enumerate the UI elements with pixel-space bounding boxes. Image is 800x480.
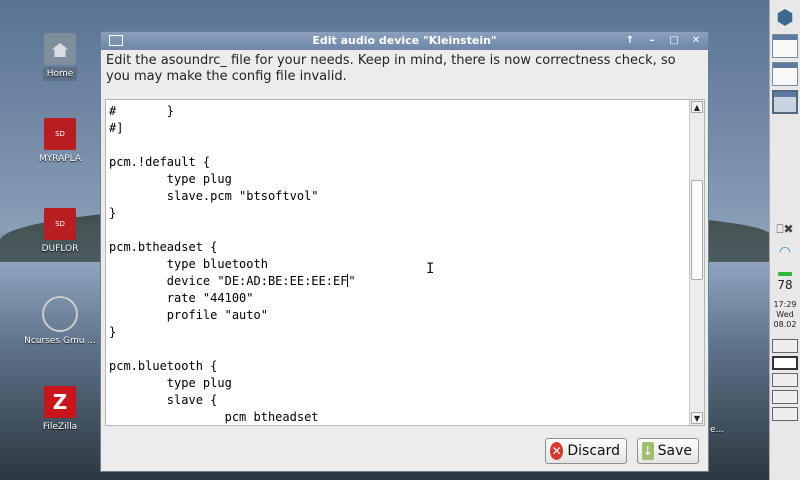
save-icon: ↓ [642, 442, 654, 460]
desktop-icon-label: Home [42, 67, 78, 81]
text-cursor-ibeam-icon: I [426, 261, 435, 277]
taskbar-window-button[interactable] [772, 34, 798, 58]
battery-plug-icon[interactable]: ⎕✖ [772, 222, 798, 240]
battery-percent: 78 [777, 278, 793, 292]
config-editor[interactable]: # } #] pcm.!default { type plug slave.pcm … [105, 99, 705, 426]
editor-line[interactable]: pcm.btheadset { [106, 239, 217, 256]
editor-line-text: pcm btheadset [109, 410, 319, 424]
workspace-4[interactable] [772, 390, 798, 404]
launcher-cube-icon[interactable]: ⬢ [772, 4, 798, 30]
workspace-3[interactable] [772, 373, 798, 387]
discard-label: Discard [567, 443, 620, 459]
editor-line[interactable] [106, 341, 109, 358]
desktop-icon-duflor[interactable]: SD DUFLOR [15, 208, 105, 254]
instructions-text: Edit the asoundrc_ file for your needs. … [106, 53, 676, 84]
side-panel: ⬢ ⎕✖ ◠ 78 17:29 Wed 08.02 [769, 0, 800, 480]
editor-line[interactable]: slave.pcm "btsoftvol" [106, 188, 319, 205]
dialog-titlebar[interactable]: Edit audio device "Kleinstein" ↑ – □ ✕ [101, 32, 708, 50]
save-label: Save [657, 443, 692, 459]
editor-scrollbar[interactable]: ▲ ▼ [689, 100, 704, 425]
editor-line-text: } [109, 325, 117, 339]
desktop-icon-label: DUFLOR [41, 244, 79, 254]
editor-line[interactable]: #] [106, 120, 123, 137]
editor-line[interactable] [106, 137, 109, 154]
taskbar-window-button[interactable] [772, 62, 798, 86]
workspace-1[interactable] [772, 339, 798, 353]
clock-date: 08.02 [773, 320, 797, 329]
editor-line-text: # } [109, 104, 175, 118]
edit-audio-device-dialog: Edit audio device "Kleinstein" ↑ – □ ✕ E… [100, 31, 709, 472]
editor-line-text: " [348, 274, 356, 288]
dialog-title: Edit audio device "Kleinstein" [312, 34, 497, 47]
editor-line-text: pcm.!default { [109, 155, 211, 169]
taskbar-window-button-active[interactable] [772, 90, 798, 114]
editor-line-text: slave { [109, 393, 218, 407]
editor-line[interactable]: type plug [106, 171, 232, 188]
ncurses-icon [42, 296, 78, 332]
editor-line-text: rate "44100" [109, 291, 254, 305]
desktop-icon-myrapla[interactable]: SD MYRAPLA [15, 118, 105, 164]
keep-above-icon[interactable]: ↑ [622, 34, 638, 48]
desktop-icon-label: MYRAPLA [38, 154, 82, 164]
discard-button[interactable]: ✕ Discard [545, 438, 627, 464]
editor-line[interactable]: pcm.bluetooth { [106, 358, 217, 375]
editor-line[interactable]: profile "auto" [106, 307, 268, 324]
editor-line-text: profile "auto" [109, 308, 268, 322]
editor-line-text: type plug [109, 376, 232, 390]
sd-card-icon: SD [44, 208, 76, 240]
save-button[interactable]: ↓ Save [637, 438, 699, 464]
config-editor-text[interactable]: # } #] pcm.!default { type plug slave.pcm … [106, 100, 690, 425]
scroll-down-icon[interactable]: ▼ [691, 412, 703, 424]
editor-line-text: slave.pcm "btsoftvol" [109, 189, 319, 203]
workspace-2[interactable] [772, 356, 798, 370]
editor-line[interactable] [106, 222, 109, 239]
editor-line[interactable]: pcm btheadset [106, 409, 319, 425]
scrollbar-thumb[interactable] [691, 180, 703, 280]
desktop-icon-ncurses[interactable]: Ncurses Gmu ... [15, 296, 105, 346]
editor-line-text: #] [109, 121, 124, 135]
desktop-icon-label: FileZilla [42, 422, 78, 432]
filezilla-icon: Z [44, 386, 76, 418]
clock[interactable]: 17:29 Wed 08.02 [770, 300, 800, 330]
wifi-icon[interactable]: ◠ [772, 244, 798, 262]
editor-line-text: type plug [109, 172, 232, 186]
minimize-icon[interactable]: – [644, 34, 660, 48]
editor-line[interactable]: rate "44100" [106, 290, 254, 307]
desktop-icon-partial-label: e... [710, 425, 725, 435]
desktop-icon-filezilla[interactable]: Z FileZilla [15, 386, 105, 432]
editor-line[interactable]: # } [106, 103, 174, 120]
sd-card-icon: SD [44, 118, 76, 150]
workspace-5[interactable] [772, 407, 798, 421]
editor-line-text: } [109, 206, 117, 220]
battery-level-icon [778, 272, 792, 276]
clock-time: 17:29 [773, 300, 797, 309]
home-icon [44, 33, 76, 65]
editor-line[interactable]: type plug [106, 375, 232, 392]
editor-line[interactable]: slave { [106, 392, 218, 409]
maximize-icon[interactable]: □ [666, 34, 682, 48]
editor-line-text: pcm.bluetooth { [109, 359, 218, 373]
scroll-up-icon[interactable]: ▲ [691, 101, 703, 113]
editor-line-text: device "DE:AD:BE:EE:EE:EF [109, 274, 348, 288]
editor-line-text: pcm.btheadset { [109, 240, 218, 254]
editor-line[interactable]: } [106, 205, 116, 222]
discard-icon: ✕ [550, 442, 564, 460]
editor-line[interactable]: } [106, 324, 116, 341]
desktop-icon-home[interactable]: Home [15, 33, 105, 81]
editor-line[interactable]: type bluetooth [106, 256, 268, 273]
close-icon[interactable]: ✕ [688, 34, 704, 48]
clock-day: Wed [776, 310, 794, 319]
editor-line-text: type bluetooth [109, 257, 268, 271]
desktop-icon-label: Ncurses Gmu ... [24, 336, 96, 346]
editor-line[interactable]: pcm.!default { [106, 154, 210, 171]
editor-line[interactable]: device "DE:AD:BE:EE:EE:EF" [106, 273, 356, 290]
